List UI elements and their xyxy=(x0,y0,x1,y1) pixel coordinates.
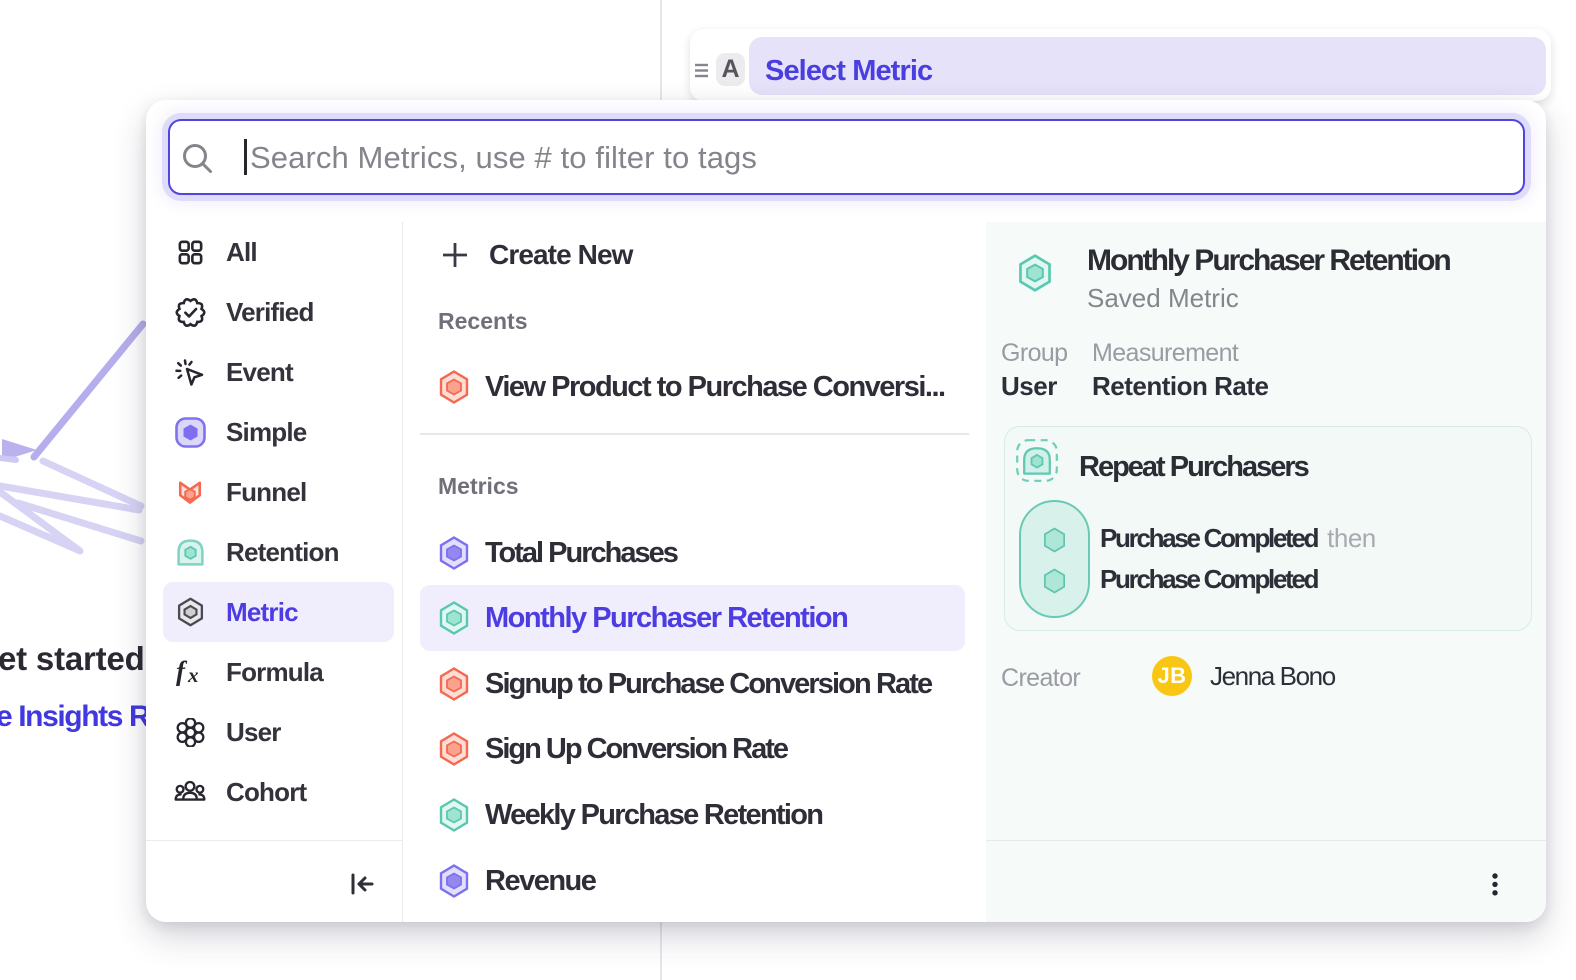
svg-text:f: f xyxy=(176,656,188,686)
svg-text:x: x xyxy=(187,663,199,687)
